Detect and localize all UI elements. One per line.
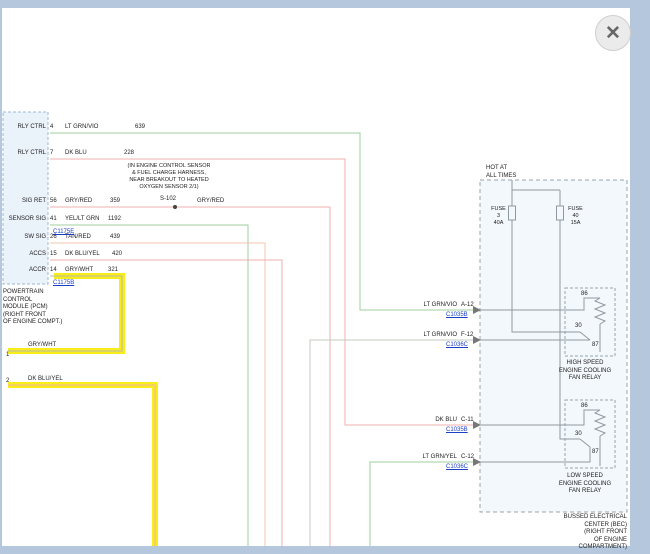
pcm-pin-number: 4: [50, 124, 53, 132]
offpage-wire-color: DK BLU/YEL: [28, 376, 63, 384]
pcm-pin-label: ACCR: [4, 267, 46, 275]
pcm-pin-label: SENSOR SIG: [4, 216, 46, 224]
pcm-circuit-number: 439: [110, 234, 120, 242]
terminal-arrow-a12: [473, 306, 481, 314]
relay-pin-86: 86: [581, 291, 588, 299]
relay-caption: LOW SPEED ENGINE COOLING FAN RELAY: [549, 473, 621, 496]
pcm-circuit-number: 359: [110, 198, 120, 206]
terminal-wire-color: LT GRN/YEL: [413, 454, 457, 462]
relay-pin-87: 87: [592, 449, 599, 457]
terminal-wire-color: DK BLU: [413, 417, 457, 425]
terminal-pin: C-12: [461, 454, 474, 462]
pcm-caption: POWERTRAIN CONTROL MODULE (PCM) (RIGHT F…: [3, 289, 69, 327]
wire-f12-feed: [310, 340, 474, 546]
pcm-pin-number: 15: [50, 251, 57, 259]
pcm-pin-number: 14: [50, 267, 57, 275]
connector-link[interactable]: C1036C: [446, 342, 468, 350]
pcm-circuit-number: 639: [135, 124, 145, 132]
pcm-pin-label: RLY CTRL: [4, 124, 46, 132]
pcm-pin-label: RLY CTRL: [4, 150, 46, 158]
pcm-pin-label: SW SIG: [4, 234, 46, 242]
pcm-wire-color: DK BLU/YEL: [65, 251, 100, 259]
splice-wire-color: GRY/RED: [197, 198, 224, 206]
wiring-diagram: [0, 0, 650, 554]
connector-link[interactable]: C1175B: [53, 280, 74, 288]
terminal-wire-color: LT GRN/VIO: [413, 302, 457, 310]
pcm-wire-color: GRY/WHT: [65, 267, 93, 275]
offpage-marker: 2: [6, 378, 9, 386]
terminal-wire-color: LT GRN/VIO: [413, 332, 457, 340]
hot-at-all-times-label: HOT AT ALL TIMES: [486, 165, 516, 180]
pcm-wire-color: LT GRN/VIO: [65, 124, 98, 132]
fuse-label: FUSE 40 15A: [567, 206, 584, 227]
pcm-circuit-number: 321: [108, 267, 118, 275]
offpage-wire-color: GRY/WHT: [28, 342, 56, 350]
relay-pin-86: 86: [581, 403, 588, 411]
connector-link[interactable]: C1175E: [53, 229, 74, 237]
pcm-wire-color: DK BLU: [65, 150, 87, 158]
pcm-pin-number: 41: [50, 216, 57, 224]
connector-link[interactable]: C1035B: [446, 427, 468, 435]
terminal-pin: C-11: [461, 417, 474, 425]
pcm-pin-number: 7: [50, 150, 53, 158]
offpage-marker: 1: [6, 352, 9, 360]
splice-label: S-102: [160, 196, 176, 204]
pcm-wire-color: YEL/LT GRN: [65, 216, 99, 224]
highlight-dk-blu-yel-trace[interactable]: [8, 385, 155, 546]
wire-dk-blu-yel: [50, 260, 282, 546]
bec-caption: BUSSED ELECTRICAL CENTER (BEC) (RIGHT FR…: [550, 514, 627, 552]
terminal-pin: F-12: [461, 332, 473, 340]
relay-pin-30: 30: [575, 323, 582, 331]
terminal-pin: A-12: [461, 302, 474, 310]
wire-dk-blu-yel-continued: [8, 385, 155, 546]
pcm-pin-label: ACCS: [4, 251, 46, 259]
harness-note: (IN ENGINE CONTROL SENSOR & FUEL CHARGE …: [116, 163, 222, 191]
relay-pin-30: 30: [575, 431, 582, 439]
relay-pin-87: 87: [592, 342, 599, 350]
wires: [8, 133, 474, 546]
pcm-circuit-number: 1192: [108, 216, 121, 224]
wire-lt-grn-yel: [370, 462, 474, 546]
fuse-label: FUSE 3 40A: [490, 206, 507, 227]
connector-link[interactable]: C1036C: [446, 464, 468, 472]
close-icon: ✕: [605, 22, 621, 45]
pcm-pin-label: SIG RET: [4, 198, 46, 206]
diagram-viewer: RLY CTRL RLY CTRL SIG RET SENSOR SIG SW …: [0, 0, 650, 554]
close-button[interactable]: ✕: [595, 15, 631, 51]
splice-dot: [173, 205, 177, 209]
connector-link[interactable]: C1035B: [446, 312, 468, 320]
pcm-pin-number: 56: [50, 198, 57, 206]
relay-caption: HIGH SPEED ENGINE COOLING FAN RELAY: [549, 360, 621, 383]
pcm-circuit-number: 420: [112, 251, 122, 259]
pcm-wire-color: GRY/RED: [65, 198, 92, 206]
pcm-circuit-number: 228: [124, 150, 134, 158]
